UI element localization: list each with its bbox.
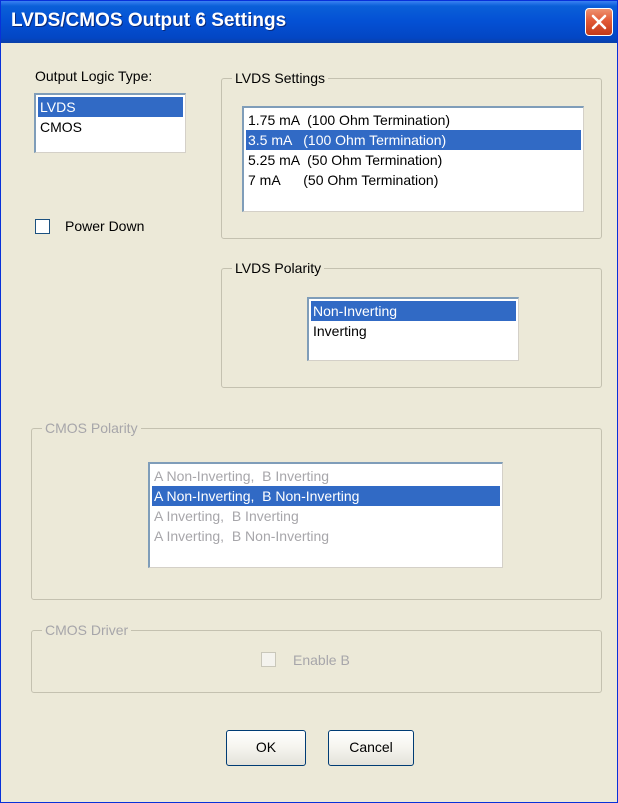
cmos-polarity-title: CMOS Polarity: [42, 420, 141, 436]
cmos-polarity-list: A Non-Inverting, B Inverting A Non-Inver…: [148, 462, 503, 568]
power-down-checkbox[interactable]: [35, 219, 50, 234]
lvds-polarity-title: LVDS Polarity: [232, 260, 325, 276]
cmos-polarity-option: A Non-Inverting, B Inverting: [154, 468, 330, 484]
output-logic-option-lvds[interactable]: LVDS: [38, 97, 183, 117]
settings-dialog: LVDS/CMOS Output 6 Settings Output Logic…: [0, 0, 618, 803]
cmos-driver-title: CMOS Driver: [42, 622, 132, 638]
lvds-polarity-option-inverting[interactable]: Inverting: [311, 321, 516, 341]
output-logic-type-label: Output Logic Type:: [35, 68, 153, 84]
window-title: LVDS/CMOS Output 6 Settings: [11, 10, 287, 31]
title-bar[interactable]: LVDS/CMOS Output 6 Settings: [1, 1, 617, 43]
output-logic-option-cmos[interactable]: CMOS: [38, 117, 183, 137]
lvds-option[interactable]: 1.75 mA (100 Ohm Termination): [246, 110, 581, 130]
lvds-option[interactable]: 3.5 mA (100 Ohm Termination): [246, 130, 581, 150]
cmos-polarity-option: A Inverting, B Inverting: [154, 508, 299, 524]
enable-b-label: Enable B: [293, 652, 350, 668]
lvds-settings-title: LVDS Settings: [232, 70, 329, 86]
lvds-polarity-option-non-inverting[interactable]: Non-Inverting: [311, 301, 516, 321]
lvds-option[interactable]: 5.25 mA (50 Ohm Termination): [246, 150, 581, 170]
lvds-polarity-list[interactable]: Non-Inverting Inverting: [307, 297, 519, 361]
output-logic-type-list[interactable]: LVDS CMOS: [34, 93, 186, 153]
cancel-button[interactable]: Cancel: [328, 730, 414, 766]
power-down-label: Power Down: [65, 218, 145, 234]
ok-button[interactable]: OK: [226, 730, 306, 766]
cmos-polarity-option: A Inverting, B Non-Inverting: [154, 528, 330, 544]
close-icon: [591, 14, 607, 30]
enable-b-checkbox: [261, 652, 276, 667]
cmos-polarity-option: A Non-Inverting, B Non-Inverting: [152, 486, 500, 506]
close-button[interactable]: [585, 8, 613, 36]
lvds-option[interactable]: 7 mA (50 Ohm Termination): [246, 170, 581, 190]
lvds-settings-list[interactable]: 1.75 mA (100 Ohm Termination) 3.5 mA (10…: [242, 106, 584, 212]
